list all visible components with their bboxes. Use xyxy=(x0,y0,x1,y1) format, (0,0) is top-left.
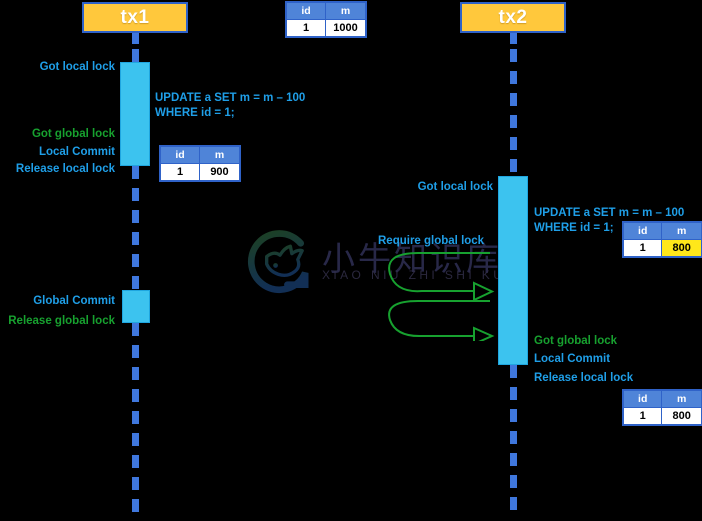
lifeline-tx2-segment xyxy=(510,475,517,488)
event-label-tx2-release-local-lock: Release local lock xyxy=(534,372,634,384)
lifeline-tx1-segment xyxy=(132,232,139,245)
lifeline-tx2-segment xyxy=(510,159,517,172)
table-cell-m-highlighted: 800 xyxy=(661,239,702,257)
sql-statement-tx1: UPDATE a SET m = m – 100 WHERE id = 1; xyxy=(155,91,305,121)
table-header-m: m xyxy=(199,146,240,164)
event-label-tx1-got-global-lock: Got global lock xyxy=(31,128,115,140)
watermark-logo-icon xyxy=(248,230,309,294)
lifeline-tx1-segment xyxy=(132,166,139,179)
sql-tx2-line1: UPDATE a SET m = m – 100 xyxy=(534,207,685,219)
event-label-tx1-got-local-lock: Got local lock xyxy=(39,61,115,73)
lifeline-tx2-segment xyxy=(510,115,517,128)
actor-box-tx1[interactable]: tx1 xyxy=(82,2,188,33)
actor-box-tx2[interactable]: tx2 xyxy=(460,2,566,33)
diagram-canvas: 小牛知识库 XIAO NIU ZHI SHI KU tx1 tx2 Got lo… xyxy=(0,0,702,521)
lifeline-tx1-segment xyxy=(132,499,139,512)
lifeline-tx2-segment xyxy=(510,365,517,378)
lifeline-tx2-segment xyxy=(510,33,517,44)
lifeline-tx1-segment xyxy=(132,367,139,380)
lifeline-tx1-segment xyxy=(132,345,139,358)
lifeline-tx2-segment xyxy=(510,453,517,466)
event-label-tx2-got-global-lock: Got global lock xyxy=(534,335,618,347)
activation-bar-tx1-global-commit xyxy=(122,290,150,323)
lifeline-tx1-segment xyxy=(132,323,139,336)
table-header-m: m xyxy=(661,222,702,240)
actor-label-tx2: tx2 xyxy=(498,6,528,28)
table-header-m: m xyxy=(325,2,366,20)
lifeline-tx1-segment xyxy=(132,411,139,424)
table-tx2-after-local-commit: id m 1 800 xyxy=(622,390,702,425)
table-header-m: m xyxy=(661,390,702,408)
lifeline-tx1-segment xyxy=(132,276,139,289)
event-label-tx1-local-commit: Local Commit xyxy=(38,146,115,158)
table-row: 1 1000 xyxy=(286,19,366,37)
lifeline-tx1-segment xyxy=(132,210,139,223)
lifeline-tx1-segment xyxy=(132,389,139,402)
table-cell-m: 800 xyxy=(661,407,702,425)
event-label-tx1-release-local-lock: Release local lock xyxy=(15,163,115,175)
table-cell-m: 1000 xyxy=(325,19,366,37)
table-row: 1 800 xyxy=(622,239,702,257)
activation-bar-tx1-main xyxy=(120,62,150,166)
table-cell-id: 1 xyxy=(286,19,326,37)
lifeline-tx2-segment xyxy=(510,387,517,400)
lifeline-tx2-segment xyxy=(510,137,517,150)
event-label-tx1-release-global-lock: Release global lock xyxy=(8,315,115,327)
lifeline-tx2-segment xyxy=(510,49,517,62)
table-row: 1 800 xyxy=(622,407,702,425)
lifeline-tx2-segment xyxy=(510,409,517,422)
lifeline-tx1-segment xyxy=(132,455,139,468)
table-cell-id: 1 xyxy=(622,407,663,425)
sql-tx1-line1: UPDATE a SET m = m – 100 xyxy=(155,92,306,104)
lifeline-tx2-segment xyxy=(510,93,517,106)
lifeline-tx1-segment xyxy=(132,49,139,62)
table-row: 1 900 xyxy=(160,163,240,181)
table-header-id: id xyxy=(622,390,663,408)
actor-label-tx1: tx1 xyxy=(120,6,150,28)
table-header-id: id xyxy=(622,222,663,240)
lifeline-tx2-segment xyxy=(510,71,517,84)
event-label-tx1-global-commit: Global Commit xyxy=(33,295,115,307)
event-label-tx2-got-local-lock: Got local lock xyxy=(417,181,493,193)
lifeline-tx1-segment xyxy=(132,254,139,267)
table-tx2-update-state: id m 1 800 xyxy=(622,222,702,257)
lifeline-tx1-segment xyxy=(132,433,139,446)
lifeline-tx1-segment xyxy=(132,188,139,201)
retry-global-lock-arrows-icon xyxy=(388,252,495,341)
lifeline-tx1-segment xyxy=(132,477,139,490)
table-cell-id: 1 xyxy=(622,239,663,257)
table-tx1-after-local-commit: id m 1 900 xyxy=(160,146,240,181)
lifeline-tx2-segment xyxy=(510,431,517,444)
lifeline-tx1-segment xyxy=(132,33,139,44)
event-label-tx2-local-commit: Local Commit xyxy=(534,353,611,365)
table-cell-m: 900 xyxy=(199,163,240,181)
table-initial-state: id m 1 1000 xyxy=(286,2,366,37)
lifeline-tx2-segment xyxy=(510,497,517,510)
table-header-id: id xyxy=(286,2,326,20)
sql-tx1-line2: WHERE id = 1; xyxy=(155,107,235,119)
table-header-id: id xyxy=(160,146,200,164)
table-cell-id: 1 xyxy=(160,163,200,181)
